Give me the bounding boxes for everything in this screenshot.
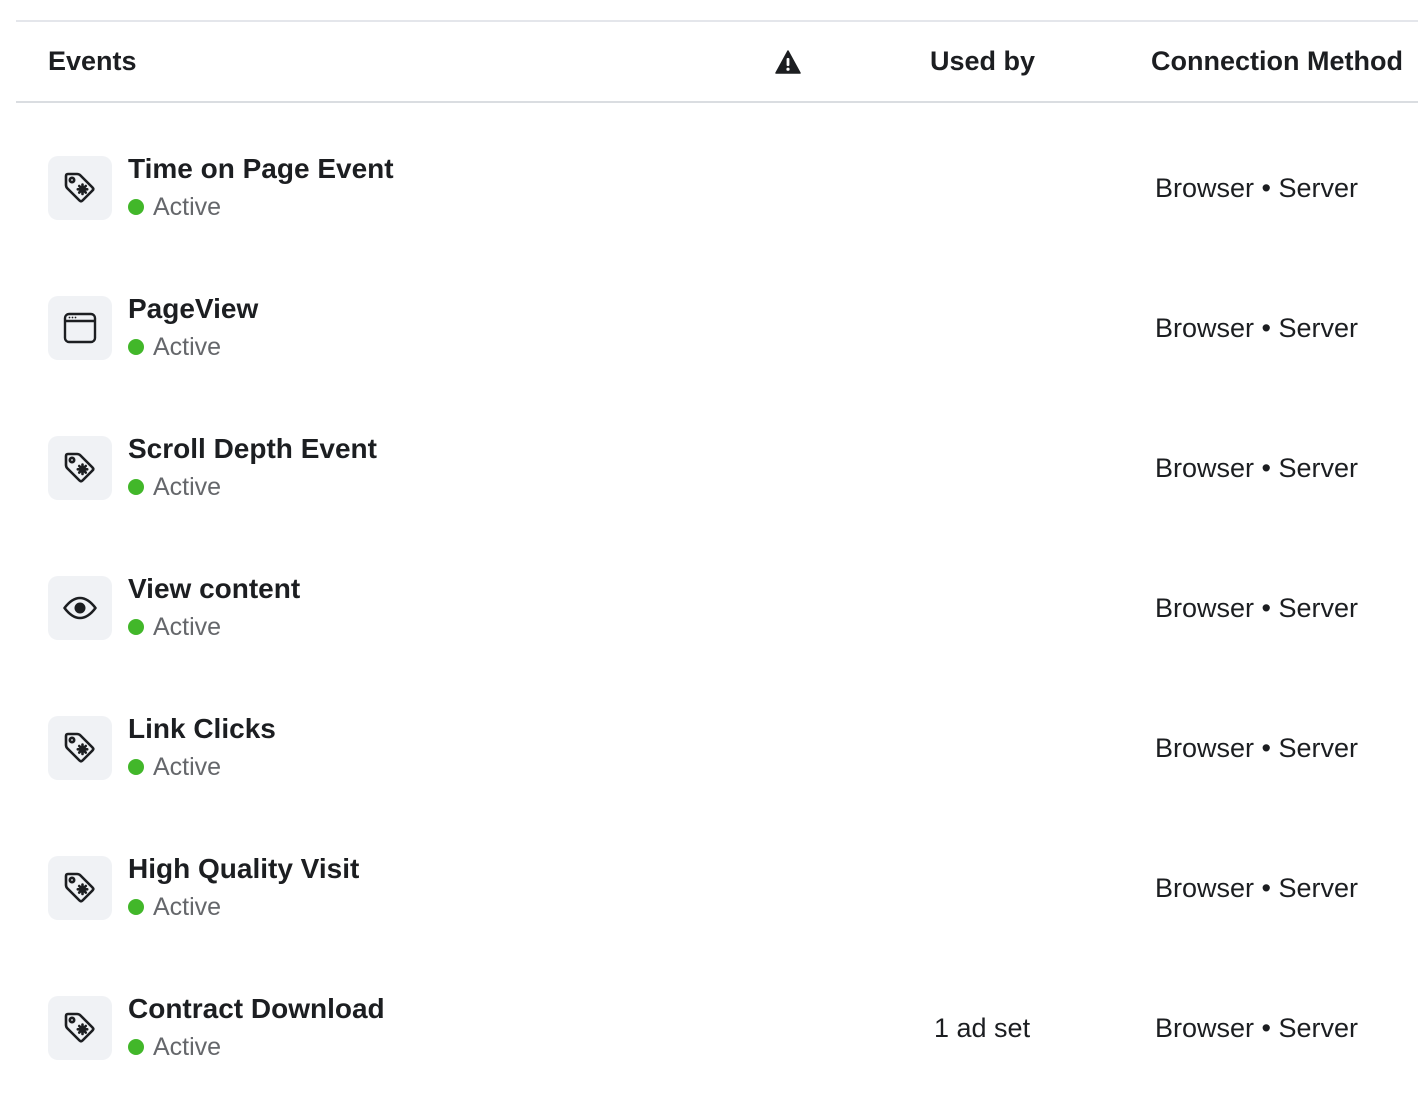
status-label: Active [153, 613, 222, 641]
status-dot [128, 1039, 144, 1055]
connection-method-value: Browser • Server [1155, 873, 1359, 903]
status-label: Active [153, 473, 222, 501]
event-row[interactable]: Contract Download Active 1 ad set Browser •… [0, 958, 1418, 1098]
status-dot [128, 199, 144, 215]
tag-icon[interactable] [48, 436, 112, 500]
header-divider [16, 101, 1418, 103]
column-header-events[interactable]: Events [48, 44, 137, 78]
status-label: Active [153, 893, 222, 921]
event-name[interactable]: Link Clicks [128, 712, 276, 746]
status-indicator: Active [128, 192, 221, 222]
connection-method-value: Browser • Server [1155, 453, 1359, 483]
event-name[interactable]: View content [128, 572, 300, 606]
status-label: Active [153, 193, 222, 221]
status-dot [128, 759, 144, 775]
connection-method-value: Browser • Server [1155, 593, 1359, 623]
status-indicator: Active [128, 612, 221, 642]
status-dot [128, 479, 144, 495]
status-dot [128, 619, 144, 635]
status-indicator: Active [128, 332, 221, 362]
event-row[interactable]: Link Clicks Active Browser • Server [0, 678, 1418, 818]
status-label: Active [153, 333, 222, 361]
eye-icon[interactable] [48, 576, 112, 640]
tag-icon[interactable] [48, 156, 112, 220]
tag-icon[interactable] [48, 716, 112, 780]
column-header-connection-method[interactable]: Connection Method [1151, 44, 1403, 78]
used-by-value[interactable]: 1 ad set [934, 1011, 1030, 1045]
event-name[interactable]: Time on Page Event [128, 152, 394, 186]
status-dot [128, 899, 144, 915]
status-indicator: Active [128, 892, 221, 922]
tag-icon[interactable] [48, 856, 112, 920]
event-name[interactable]: PageView [128, 292, 258, 326]
top-divider [16, 20, 1418, 22]
event-row[interactable]: PageView Active Browser • Server [0, 258, 1418, 398]
browser-window-icon[interactable] [48, 296, 112, 360]
event-row[interactable]: High Quality Visit Active Browser • Server [0, 818, 1418, 958]
status-label: Active [153, 753, 222, 781]
connection-method-value: Browser • Server [1155, 313, 1359, 343]
column-header-used-by[interactable]: Used by [930, 44, 1035, 78]
event-name[interactable]: High Quality Visit [128, 852, 359, 886]
warning-icon [775, 50, 801, 74]
connection-method-value: Browser • Server [1155, 733, 1359, 763]
status-indicator: Active [128, 1032, 221, 1062]
event-row[interactable]: Scroll Depth Event Active Browser • Server [0, 398, 1418, 538]
event-name[interactable]: Contract Download [128, 992, 385, 1026]
status-indicator: Active [128, 752, 221, 782]
connection-method-value: Browser • Server [1155, 1013, 1359, 1043]
connection-method-value: Browser • Server [1155, 173, 1359, 203]
status-dot [128, 339, 144, 355]
tag-icon[interactable] [48, 996, 112, 1060]
status-label: Active [153, 1033, 222, 1061]
event-row[interactable]: View content Active Browser • Server [0, 538, 1418, 678]
event-name[interactable]: Scroll Depth Event [128, 432, 377, 466]
event-row[interactable]: Time on Page Event Active Browser • Server [0, 118, 1418, 258]
status-indicator: Active [128, 472, 221, 502]
